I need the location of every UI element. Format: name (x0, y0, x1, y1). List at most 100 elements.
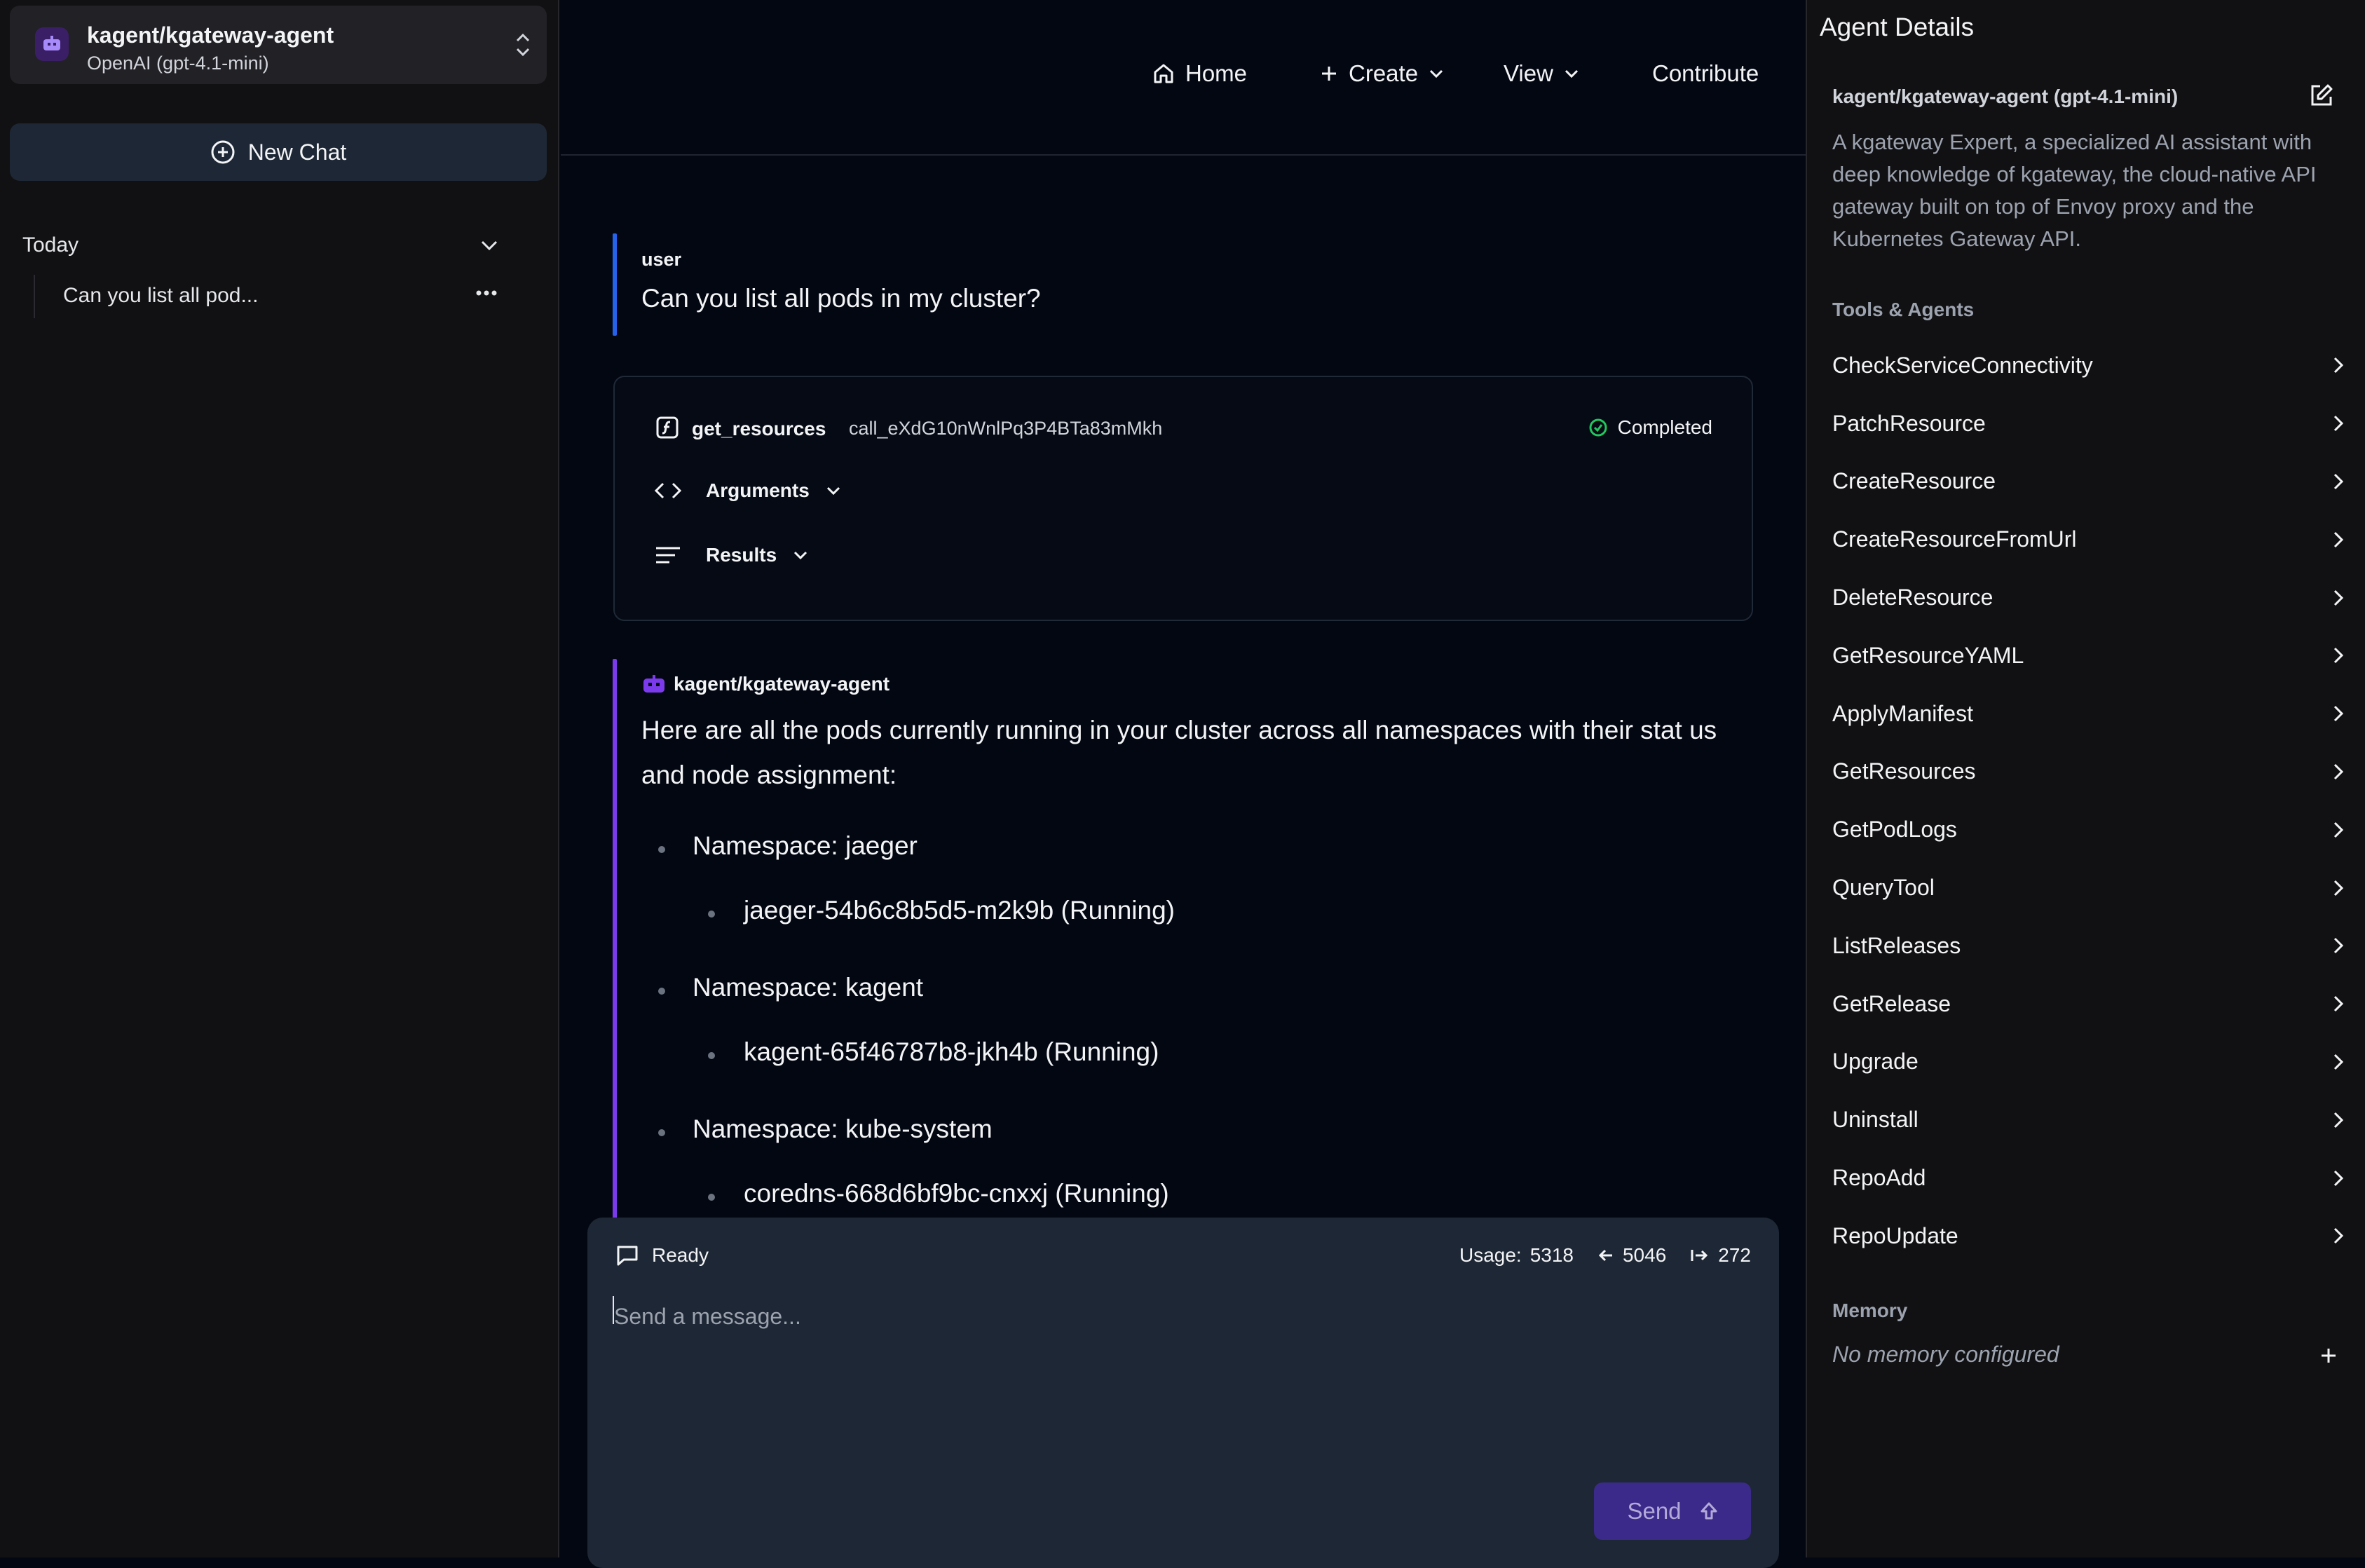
chevron-right-icon (2333, 472, 2344, 491)
edit-icon[interactable] (2309, 83, 2334, 108)
memory-empty-text: No memory configured (1832, 1342, 2059, 1367)
nav-contribute[interactable]: Contribute (1652, 60, 1759, 87)
agent-message-author: kagent/kgateway-agent (641, 673, 890, 695)
message-square-icon (615, 1244, 639, 1267)
chevron-down-icon (825, 485, 842, 496)
chevron-right-icon (2333, 821, 2344, 839)
agent-selector[interactable]: kagent/kgateway-agent OpenAI (gpt-4.1-mi… (10, 6, 547, 84)
history-item[interactable]: Can you list all pod... (63, 284, 258, 308)
tool-item-label: ApplyManifest (1832, 700, 1973, 726)
top-navigation: Home Create View Contribute (561, 0, 1806, 156)
results-toggle[interactable]: Results (654, 544, 809, 566)
tool-item[interactable]: CreateResource (1832, 453, 2344, 511)
nav-view-label: View (1504, 60, 1553, 86)
tool-item-label: RepoUpdate (1832, 1222, 1958, 1248)
chevron-right-icon (2333, 936, 2344, 955)
pod-item: jaeger-54b6c8b5d5-m2k9b (Running) (744, 896, 1175, 925)
agent-message-text: Here are all the pods currently running … (641, 716, 1717, 789)
list-bullet (658, 988, 665, 995)
arrow-up-icon (1700, 1501, 1718, 1521)
tool-item-label: DeleteResource (1832, 585, 1993, 611)
nav-contribute-label: Contribute (1652, 60, 1759, 86)
nav-view[interactable]: View (1504, 60, 1580, 87)
send-button[interactable]: Send (1594, 1482, 1751, 1540)
tool-item-label: QueryTool (1832, 875, 1935, 901)
new-chat-button[interactable]: New Chat (10, 123, 547, 181)
send-label: Send (1627, 1498, 1682, 1524)
tool-item[interactable]: CreateResourceFromUrl (1832, 510, 2344, 568)
tool-item[interactable]: PatchResource (1832, 395, 2344, 453)
tool-item[interactable]: Uninstall (1832, 1091, 2344, 1149)
tool-item[interactable]: DeleteResource (1832, 568, 2344, 627)
tool-item-label: Upgrade (1832, 1049, 1918, 1075)
usage-label: Usage: (1459, 1244, 1522, 1266)
new-chat-label: New Chat (247, 139, 347, 165)
tool-item-label: Uninstall (1832, 1107, 1918, 1133)
tool-item-label: GetResources (1832, 758, 1976, 784)
agent-name: kagent/kgateway-agent (87, 22, 334, 48)
arguments-label: Arguments (706, 479, 810, 501)
tool-item[interactable]: ApplyManifest (1832, 685, 2344, 743)
usage-input: 5046 (1622, 1244, 1667, 1266)
tool-item[interactable]: GetResourceYAML (1832, 627, 2344, 685)
plus-icon[interactable] (2319, 1346, 2338, 1365)
usage-output: 272 (1718, 1244, 1751, 1266)
message-input[interactable] (613, 1288, 1751, 1345)
bot-icon (641, 674, 667, 695)
list-bullet (658, 1129, 665, 1136)
tool-item[interactable]: GetResources (1832, 743, 2344, 801)
agent-message-accent (613, 659, 617, 1220)
tool-item-label: CheckServiceConnectivity (1832, 352, 2093, 378)
chevron-right-icon (2333, 646, 2344, 664)
panel-title: Agent Details (1820, 13, 1975, 41)
chat-status-label: Ready (652, 1244, 709, 1266)
tool-item-label: GetPodLogs (1832, 817, 1957, 843)
history-group-toggle[interactable]: Today (22, 231, 499, 259)
tool-item[interactable]: QueryTool (1832, 859, 2344, 917)
memory-section-label: Memory (1832, 1300, 1908, 1321)
chevron-down-icon (479, 238, 499, 252)
tool-call-status: Completed (1588, 416, 1712, 439)
namespace-item: Namespace: kube-system (693, 1114, 993, 1143)
chevron-right-icon (2333, 589, 2344, 607)
chevron-right-icon (2333, 414, 2344, 432)
align-left-icon (654, 545, 682, 565)
tool-item-label: CreateResourceFromUrl (1832, 526, 2077, 552)
tool-item-label: CreateResource (1832, 468, 1996, 494)
tool-call-status-label: Completed (1617, 416, 1712, 438)
more-horizontal-icon[interactable] (475, 289, 498, 297)
tool-item[interactable]: RepoAdd (1832, 1149, 2344, 1207)
chevron-right-icon (2333, 1111, 2344, 1129)
tool-item[interactable]: RepoUpdate (1832, 1207, 2344, 1265)
chevron-right-icon (2333, 704, 2344, 723)
tool-item[interactable]: ListReleases (1832, 917, 2344, 975)
namespace-item: Namespace: jaeger (693, 831, 918, 860)
nav-home[interactable]: Home (1152, 60, 1247, 87)
tool-item[interactable]: GetRelease (1832, 975, 2344, 1033)
history-divider (34, 275, 35, 318)
tool-call-id: call_eXdG10nWnlPq3P4BTa83mMkh (849, 418, 1163, 439)
arrow-left-icon (1597, 1248, 1614, 1263)
arguments-toggle[interactable]: Arguments (654, 479, 842, 502)
tool-item[interactable]: GetPodLogs (1832, 800, 2344, 859)
tool-item[interactable]: Upgrade (1832, 1033, 2344, 1091)
nav-create[interactable]: Create (1319, 60, 1445, 87)
pod-item: kagent-65f46787b8-jkh4b (Running) (744, 1037, 1159, 1066)
user-message-accent (613, 233, 617, 336)
nav-home-label: Home (1185, 60, 1248, 86)
pod-item: coredns-668d6bf9bc-cnxxj (Running) (744, 1179, 1169, 1208)
agent-author-label: kagent/kgateway-agent (674, 673, 890, 695)
bot-icon (35, 27, 69, 61)
list-bullet (708, 911, 715, 918)
tool-item-label: RepoAdd (1832, 1165, 1926, 1191)
tool-list: CheckServiceConnectivity PatchResource Cre… (1832, 336, 2344, 1265)
left-sidebar: kagent/kgateway-agent OpenAI (gpt-4.1-mi… (0, 0, 559, 1557)
tool-item[interactable]: CheckServiceConnectivity (1832, 336, 2344, 395)
chevron-right-icon (2333, 763, 2344, 781)
chevron-right-icon (2333, 995, 2344, 1013)
agent-details-name: kagent/kgateway-agent (gpt-4.1-mini) (1832, 86, 2179, 107)
chevrons-up-down-icon (513, 31, 533, 59)
token-usage: Usage: 5318 5046 272 (1459, 1244, 1751, 1267)
chevron-down-icon (1428, 68, 1445, 79)
chevron-right-icon (2333, 1053, 2344, 1071)
